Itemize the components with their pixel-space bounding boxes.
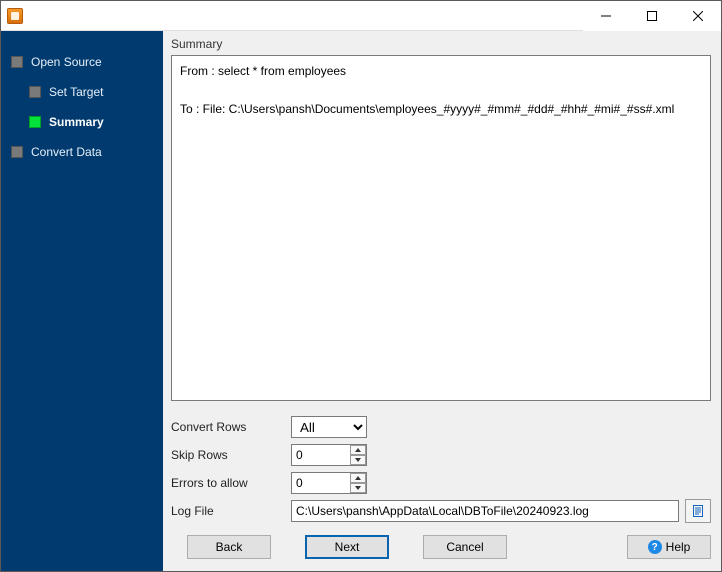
summary-heading: Summary	[163, 31, 721, 53]
back-button-label: Back	[216, 540, 243, 554]
sidebar-item-label: Open Source	[31, 55, 102, 69]
spin-down-button[interactable]	[350, 483, 366, 493]
minimize-button[interactable]	[583, 1, 629, 31]
spinner-skip-rows	[350, 445, 366, 465]
browse-log-file-button[interactable]	[685, 499, 711, 523]
close-icon	[693, 11, 703, 21]
select-convert-rows[interactable]: All	[291, 416, 367, 438]
triangle-up-icon	[355, 448, 361, 452]
maximize-icon	[647, 11, 657, 21]
row-errors: Errors to allow	[171, 469, 711, 497]
step-box-icon	[11, 56, 23, 68]
main-panel: Summary From : select * from employees T…	[163, 31, 721, 571]
sidebar-item-summary[interactable]: Summary	[29, 109, 155, 135]
input-log-file[interactable]	[291, 500, 679, 522]
label-convert-rows: Convert Rows	[171, 420, 291, 434]
sidebar-item-convert-data[interactable]: Convert Data	[11, 139, 155, 165]
row-skip-rows: Skip Rows	[171, 441, 711, 469]
cancel-button[interactable]: Cancel	[423, 535, 507, 559]
spin-up-button[interactable]	[350, 445, 366, 455]
label-log-file: Log File	[171, 504, 291, 518]
next-button-label: Next	[335, 540, 360, 554]
titlebar	[1, 1, 721, 31]
spinner-errors	[350, 473, 366, 493]
sidebar-item-label: Set Target	[49, 85, 103, 99]
back-button[interactable]: Back	[187, 535, 271, 559]
maximize-button[interactable]	[629, 1, 675, 31]
step-box-icon	[29, 86, 41, 98]
label-errors: Errors to allow	[171, 476, 291, 490]
row-log-file: Log File	[171, 497, 711, 525]
options-form: Convert Rows All Skip Rows	[163, 409, 721, 531]
summary-text-box[interactable]: From : select * from employees To : File…	[171, 55, 711, 401]
help-button-label: Help	[666, 540, 691, 554]
spin-up-button[interactable]	[350, 473, 366, 483]
help-icon: ?	[648, 540, 662, 554]
close-button[interactable]	[675, 1, 721, 31]
triangle-down-icon	[355, 458, 361, 462]
sidebar-item-open-source[interactable]: Open Source	[11, 49, 155, 75]
triangle-up-icon	[355, 476, 361, 480]
summary-to-line: To : File: C:\Users\pansh\Documents\empl…	[180, 100, 702, 118]
sidebar-item-label: Convert Data	[31, 145, 102, 159]
wizard-window: Open Source Set Target Summary Convert D…	[0, 0, 722, 572]
footer-buttons: Back Next Cancel ? Help	[163, 531, 721, 571]
help-button[interactable]: ? Help	[627, 535, 711, 559]
spin-down-button[interactable]	[350, 455, 366, 465]
minimize-icon	[601, 11, 611, 21]
next-button[interactable]: Next	[305, 535, 389, 559]
label-skip-rows: Skip Rows	[171, 448, 291, 462]
summary-from-line: From : select * from employees	[180, 62, 702, 80]
sidebar-item-label: Summary	[49, 115, 104, 129]
document-icon	[691, 504, 705, 518]
triangle-down-icon	[355, 486, 361, 490]
step-box-icon	[11, 146, 23, 158]
cancel-button-label: Cancel	[446, 540, 483, 554]
step-box-icon	[29, 116, 41, 128]
wizard-sidebar: Open Source Set Target Summary Convert D…	[1, 31, 163, 571]
sidebar-item-set-target[interactable]: Set Target	[29, 79, 155, 105]
row-convert-rows: Convert Rows All	[171, 413, 711, 441]
app-icon	[7, 8, 23, 24]
